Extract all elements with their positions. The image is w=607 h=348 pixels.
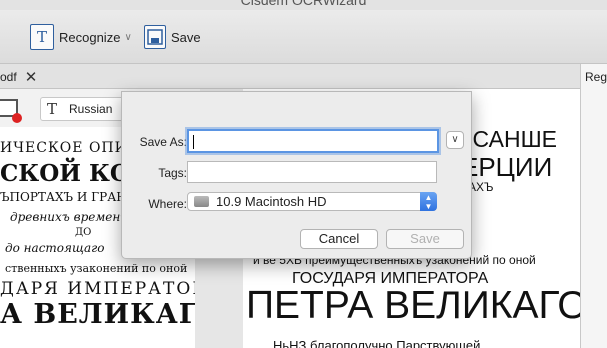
save-button[interactable]: Save [386, 229, 464, 249]
save-toolbar-button[interactable]: Save [144, 23, 201, 51]
tags-input[interactable] [187, 161, 437, 183]
save-as-input[interactable] [187, 129, 439, 153]
doc-line: ЕРЦИИ [461, 152, 553, 182]
title-bar: Cisdem OCRWizard [0, 0, 607, 10]
tags-label: Tags: [158, 166, 187, 180]
recognize-label: Recognize [59, 29, 121, 45]
remove-badge-icon [12, 113, 22, 123]
scan-line: ЪПОРТАХЪ И ГРАНИ [0, 190, 138, 204]
scan-line: А ВЕЛИКАГО [0, 299, 195, 330]
where-popup[interactable]: 10.9 Macintosh HD ▲ ▼ [187, 192, 437, 211]
save-toolbar-label: Save [171, 29, 201, 45]
doc-line: ПЕТРА ВЕЛИКАГО [246, 284, 580, 327]
text-caret [193, 134, 194, 149]
recognize-button[interactable]: T Recognize ∨ [30, 23, 132, 51]
right-tab-label[interactable]: Reg [585, 70, 607, 84]
scan-line: ственныхъ узаконений по оной [5, 262, 188, 275]
language-label: Russian [69, 102, 113, 116]
recognize-icon: T [30, 24, 54, 50]
window-title: Cisdem OCRWizard [240, 0, 367, 8]
doc-line: НьНЗ благополучно Парствующей [273, 338, 481, 348]
popup-arrows-icon: ▲ ▼ [420, 192, 437, 211]
cancel-button[interactable]: Cancel [300, 229, 378, 249]
scan-line: древнихъ временъ [10, 210, 129, 224]
scan-line: ДО [75, 227, 92, 238]
expand-dialog-button[interactable]: ∨ [446, 131, 464, 149]
scan-line: ДАРЯ ИМПЕРАТОРА [0, 279, 195, 299]
tab-document-label: odf [0, 69, 17, 84]
where-label: Where: [148, 197, 187, 211]
language-select[interactable]: T Russian [40, 97, 125, 121]
toolbar: T Recognize ∨ Save [0, 10, 607, 64]
chevron-down-icon[interactable]: ∨ [124, 32, 131, 43]
save-dialog: Save As: ∨ Tags: Where: 10.9 Macintosh H… [121, 91, 472, 259]
language-icon: T [47, 100, 58, 118]
where-value: 10.9 Macintosh HD [216, 194, 327, 209]
right-panel: Reg [580, 64, 607, 348]
tab-bar: odf ✕ [0, 64, 607, 89]
close-icon[interactable]: ✕ [25, 68, 38, 86]
tab-document[interactable]: odf ✕ [0, 64, 37, 89]
save-icon [144, 25, 166, 49]
save-as-label: Save As: [139, 135, 187, 149]
app-window: Cisdem OCRWizard T Recognize ∨ Save odf … [0, 0, 607, 348]
hard-disk-icon [194, 196, 209, 207]
scan-line: до настоящаго [5, 241, 105, 255]
